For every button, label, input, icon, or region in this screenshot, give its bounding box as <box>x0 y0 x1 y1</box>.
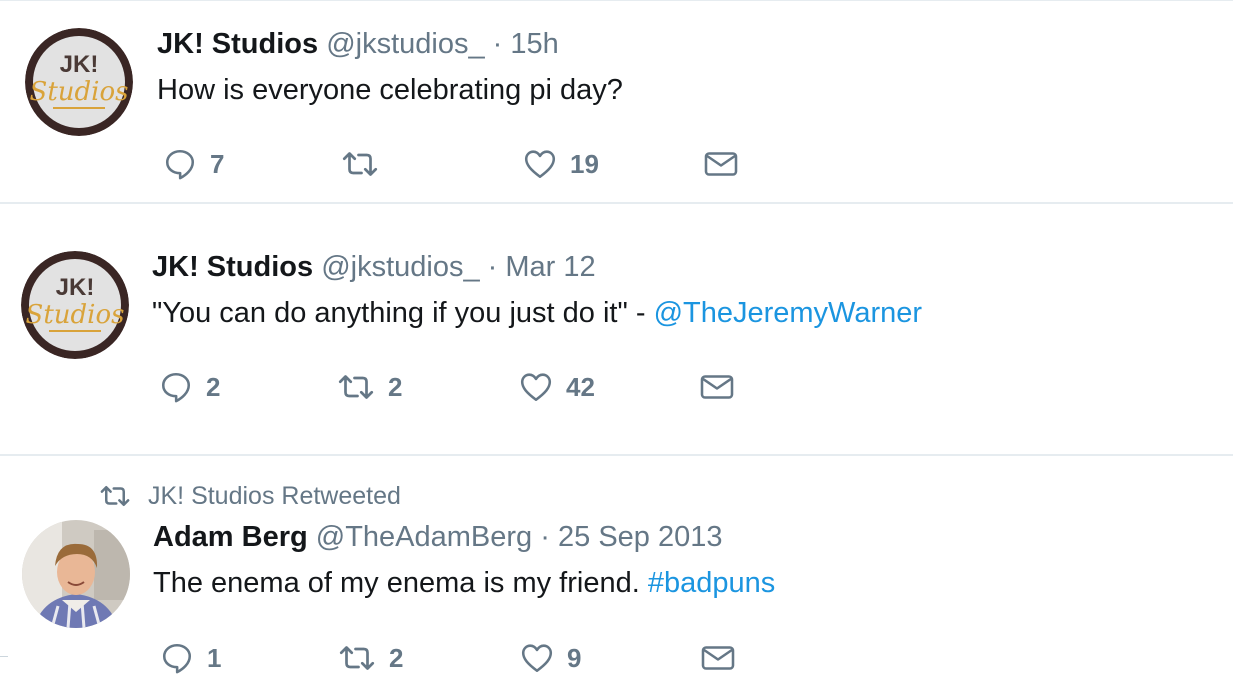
tweet-header: Adam Berg @TheAdamBerg · 25 Sep 2013 <box>153 523 722 552</box>
like-icon <box>520 373 552 402</box>
author-name[interactable]: JK! Studios <box>152 251 313 283</box>
author-name[interactable]: Adam Berg <box>153 521 308 553</box>
avatar-jk-studios[interactable]: JK! Studios <box>21 251 129 359</box>
retweet-icon <box>342 152 378 176</box>
author-handle[interactable]: @jkstudios_ <box>326 28 484 60</box>
edge-marker <box>0 656 8 657</box>
retweet-context-label: JK! Studios Retweeted <box>148 481 401 510</box>
tweet[interactable]: JK! Studios JK! Studios @jkstudios_ · Ma… <box>0 204 1233 456</box>
profile-photo <box>22 520 130 628</box>
retweet-button[interactable] <box>340 146 392 182</box>
separator-dot: · <box>487 251 498 283</box>
author-handle[interactable]: @TheAdamBerg <box>316 521 532 553</box>
like-count: 42 <box>566 371 595 402</box>
retweet-icon <box>338 375 374 399</box>
svg-text:Studios: Studios <box>30 77 129 107</box>
like-icon <box>521 644 553 673</box>
reply-count: 7 <box>210 148 225 179</box>
jk-studios-logo-image: JK! Studios <box>25 28 133 136</box>
direct-message-icon <box>700 375 734 399</box>
like-count: 9 <box>567 642 582 673</box>
like-icon <box>524 150 556 179</box>
svg-text:JK!: JK! <box>56 274 95 301</box>
retweet-button[interactable]: 2 <box>336 369 402 405</box>
direct-message-icon <box>704 152 738 176</box>
jk-studios-logo-image: JK! Studios <box>21 251 129 359</box>
retweet-count: 2 <box>388 371 403 402</box>
like-button[interactable]: 19 <box>522 146 599 182</box>
separator-dot: · <box>492 28 503 60</box>
direct-message-button[interactable] <box>698 369 736 405</box>
tweet-text: How is everyone celebrating pi day? <box>157 74 623 106</box>
svg-text:JK!: JK! <box>60 51 99 78</box>
reply-button[interactable]: 1 <box>159 640 221 676</box>
author-name[interactable]: JK! Studios <box>157 28 318 60</box>
svg-text:Studios: Studios <box>26 300 125 330</box>
tweet-text: The enema of my enema is my friend. #bad… <box>153 569 775 598</box>
tweet-text-body: The enema of my enema is my friend. <box>153 567 648 599</box>
separator-dot: · <box>540 521 550 553</box>
avatar-jk-studios[interactable]: JK! Studios <box>25 28 133 136</box>
retweet-count: 2 <box>389 642 404 673</box>
reply-icon <box>161 372 191 403</box>
hashtag-link[interactable]: #badpuns <box>648 567 775 599</box>
reply-button[interactable]: 7 <box>162 146 224 182</box>
like-button[interactable]: 9 <box>519 640 581 676</box>
reply-button[interactable]: 2 <box>158 369 220 405</box>
direct-message-button[interactable] <box>702 146 740 182</box>
tweet-timestamp[interactable]: 25 Sep 2013 <box>558 521 722 553</box>
tweet-header: JK! Studios @jkstudios_ · 15h <box>157 30 559 59</box>
reply-count: 1 <box>207 642 222 673</box>
author-handle[interactable]: @jkstudios_ <box>321 251 479 283</box>
retweet-icon <box>339 646 375 670</box>
like-count: 19 <box>570 148 599 179</box>
reply-icon <box>165 149 195 180</box>
tweet-timestamp[interactable]: Mar 12 <box>505 251 595 283</box>
retweet-button[interactable]: 2 <box>337 640 403 676</box>
tweet[interactable]: JK! Studios Retweeted Adam Berg @TheAdam… <box>0 456 1233 696</box>
like-button[interactable]: 42 <box>518 369 595 405</box>
retweet-context[interactable]: JK! Studios Retweeted <box>98 481 401 511</box>
direct-message-icon <box>701 646 735 670</box>
tweet-text-body: "You can do anything if you just do it" … <box>152 297 654 329</box>
tweet-text: "You can do anything if you just do it" … <box>152 299 922 328</box>
tweet-timestamp[interactable]: 15h <box>510 28 558 60</box>
tweet-header: JK! Studios @jkstudios_ · Mar 12 <box>152 253 596 282</box>
reply-count: 2 <box>206 371 221 402</box>
tweet[interactable]: JK! Studios JK! Studios @jkstudios_ · 15… <box>0 0 1233 204</box>
retweeted-icon <box>100 486 130 506</box>
reply-icon <box>162 643 192 674</box>
mention-link[interactable]: @TheJeremyWarner <box>654 297 922 329</box>
direct-message-button[interactable] <box>699 640 737 676</box>
avatar-adam-berg[interactable] <box>22 520 130 628</box>
